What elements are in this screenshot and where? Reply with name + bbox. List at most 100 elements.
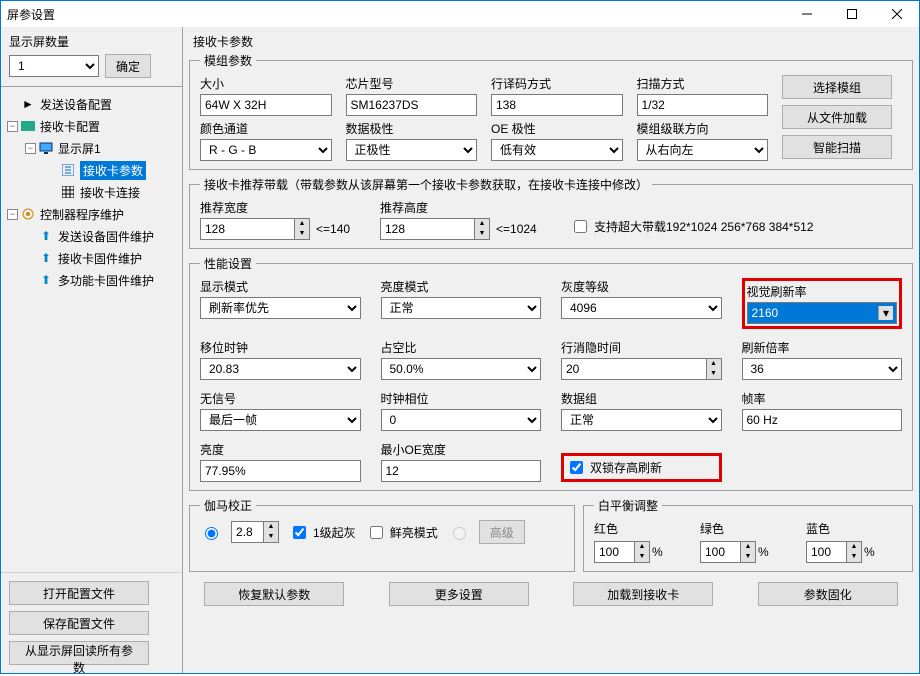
- upload-icon: ⬆: [38, 251, 54, 265]
- load-to-card-button[interactable]: 加载到接收卡: [573, 582, 713, 606]
- blank-input[interactable]: [561, 358, 722, 380]
- cascade-label: 模组级联方向: [637, 120, 769, 137]
- spinner[interactable]: ▲▼: [740, 542, 755, 562]
- nav-tree: ►发送设备配置 −接收卡配置 −显示屏1 接收卡参数 接收卡连接 −控制器程序维…: [1, 87, 182, 572]
- shift-label: 移位时钟: [200, 339, 361, 356]
- spinner[interactable]: ▲▼: [846, 542, 861, 562]
- dgrp-select[interactable]: 正常: [561, 409, 722, 431]
- load-from-file-button[interactable]: 从文件加载: [782, 105, 892, 129]
- tree-multi-fw[interactable]: ⬆多功能卡固件维护: [3, 269, 180, 291]
- card-icon: [20, 119, 36, 133]
- polarity-label: 数据极性: [346, 120, 478, 137]
- polarity-select[interactable]: 正极性: [346, 139, 478, 161]
- spinner[interactable]: ▲▼: [263, 522, 278, 542]
- scan-label: 扫描方式: [637, 75, 769, 92]
- close-button[interactable]: [874, 1, 919, 27]
- tree-recv-fw[interactable]: ⬆接收卡固件维护: [3, 247, 180, 269]
- performance-legend: 性能设置: [200, 255, 256, 272]
- monitor-icon: [38, 141, 54, 155]
- confirm-button[interactable]: 确定: [105, 54, 151, 78]
- adv-radio: [448, 524, 469, 540]
- recommend-group: 接收卡推荐带载（带载参数从该屏幕第一个接收卡参数获取，在接收卡连接中修改） 推荐…: [189, 176, 913, 249]
- chip-field: [346, 94, 478, 116]
- restore-defaults-button[interactable]: 恢复默认参数: [204, 582, 344, 606]
- bright-mode-select[interactable]: 正常: [381, 297, 542, 319]
- duty-select[interactable]: 50.0%: [381, 358, 542, 380]
- wb-r-label: 红色: [594, 520, 690, 537]
- level1-checkbox[interactable]: 1级起灰: [289, 523, 356, 542]
- gamma-radio[interactable]: [200, 524, 221, 540]
- disp-mode-label: 显示模式: [200, 278, 361, 295]
- collapse-icon[interactable]: −: [25, 143, 36, 154]
- dual-latch-checkbox[interactable]: 双锁存高刷新: [566, 458, 662, 477]
- tree-recv-conn[interactable]: 接收卡连接: [3, 181, 180, 203]
- size-label: 大小: [200, 75, 332, 92]
- readback-button[interactable]: 从显示屏回读所有参数: [9, 641, 149, 665]
- vrefresh-select[interactable]: 2160: [747, 302, 898, 324]
- tree-recv-params[interactable]: 接收卡参数: [3, 159, 180, 181]
- fps-label: 帧率: [742, 390, 903, 407]
- wb-legend: 白平衡调整: [594, 497, 662, 514]
- collapse-icon[interactable]: −: [7, 121, 18, 132]
- tree-controller-fw[interactable]: −控制器程序维护: [3, 203, 180, 225]
- minimize-button[interactable]: [784, 1, 829, 27]
- tool-icon: [20, 207, 36, 221]
- size-field: [200, 94, 332, 116]
- tree-recv-config[interactable]: −接收卡配置: [3, 115, 180, 137]
- disp-mode-select[interactable]: 刷新率优先: [200, 297, 361, 319]
- params-icon: [60, 163, 76, 177]
- vrefresh-label: 视觉刷新率: [747, 283, 898, 300]
- oe-select[interactable]: 低有效: [491, 139, 623, 161]
- tree-send-fw[interactable]: ⬆发送设备固件维护: [3, 225, 180, 247]
- color-label: 颜色通道: [200, 120, 332, 137]
- smart-scan-button[interactable]: 智能扫描: [782, 135, 892, 159]
- shift-select[interactable]: 20.83: [200, 358, 361, 380]
- more-settings-button[interactable]: 更多设置: [389, 582, 529, 606]
- gamma-legend: 伽马校正: [200, 497, 256, 514]
- color-select[interactable]: R - G - B: [200, 139, 332, 161]
- spinner[interactable]: ▲▼: [634, 542, 649, 562]
- titlebar: 屏参设置: [1, 1, 919, 27]
- save-config-button[interactable]: 保存配置文件: [9, 611, 149, 635]
- open-config-button[interactable]: 打开配置文件: [9, 581, 149, 605]
- bright-field: [200, 460, 361, 482]
- big-load-checkbox[interactable]: 支持超大带载192*1024 256*768 384*512: [570, 217, 813, 236]
- screen-count-select[interactable]: 1: [9, 55, 99, 77]
- whitebalance-group: 白平衡调整 红色 绿色 蓝色 ▲▼% ▲▼% ▲▼%: [583, 497, 913, 572]
- vrefresh-highlight: 视觉刷新率 2160: [742, 278, 903, 329]
- fresh-checkbox[interactable]: 鲜亮模式: [366, 523, 438, 542]
- bright-label: 亮度: [200, 441, 361, 458]
- minoe-label: 最小OE宽度: [381, 441, 542, 458]
- solidify-button[interactable]: 参数固化: [758, 582, 898, 606]
- advanced-button: 高级: [479, 520, 525, 544]
- spinner[interactable]: ▲▼: [474, 219, 489, 239]
- spinner[interactable]: ▲▼: [294, 219, 309, 239]
- select-module-button[interactable]: 选择模组: [782, 75, 892, 99]
- duty-label: 占空比: [381, 339, 542, 356]
- wb-b-label: 蓝色: [806, 520, 902, 537]
- phase-label: 时钟相位: [381, 390, 542, 407]
- arrow-icon: ►: [20, 97, 36, 111]
- nosig-select[interactable]: 最后一帧: [200, 409, 361, 431]
- mult-label: 刷新倍率: [742, 339, 903, 356]
- reco-h-label: 推荐高度: [380, 199, 560, 216]
- scan-field: [637, 94, 769, 116]
- mult-select[interactable]: 36: [742, 358, 903, 380]
- panel-title: 接收卡参数: [189, 29, 913, 52]
- gamma-group: 伽马校正 ▲▼ 1级起灰 鲜亮模式 高级: [189, 497, 575, 572]
- phase-select[interactable]: 0: [381, 409, 542, 431]
- chip-label: 芯片型号: [346, 75, 478, 92]
- dgrp-label: 数据组: [561, 390, 722, 407]
- spinner[interactable]: ▲▼: [706, 359, 721, 379]
- tree-screen1[interactable]: −显示屏1: [3, 137, 180, 159]
- gray-select[interactable]: 4096: [561, 297, 722, 319]
- bright-mode-label: 亮度模式: [381, 278, 542, 295]
- grid-icon: [60, 185, 76, 199]
- recommend-legend: 接收卡推荐带载（带载参数从该屏幕第一个接收卡参数获取，在接收卡连接中修改）: [200, 176, 652, 193]
- maximize-button[interactable]: [829, 1, 874, 27]
- cascade-select[interactable]: 从右向左: [637, 139, 769, 161]
- collapse-icon[interactable]: −: [7, 209, 18, 220]
- minoe-field: [381, 460, 542, 482]
- tree-send-config[interactable]: ►发送设备配置: [3, 93, 180, 115]
- decode-field: [491, 94, 623, 116]
